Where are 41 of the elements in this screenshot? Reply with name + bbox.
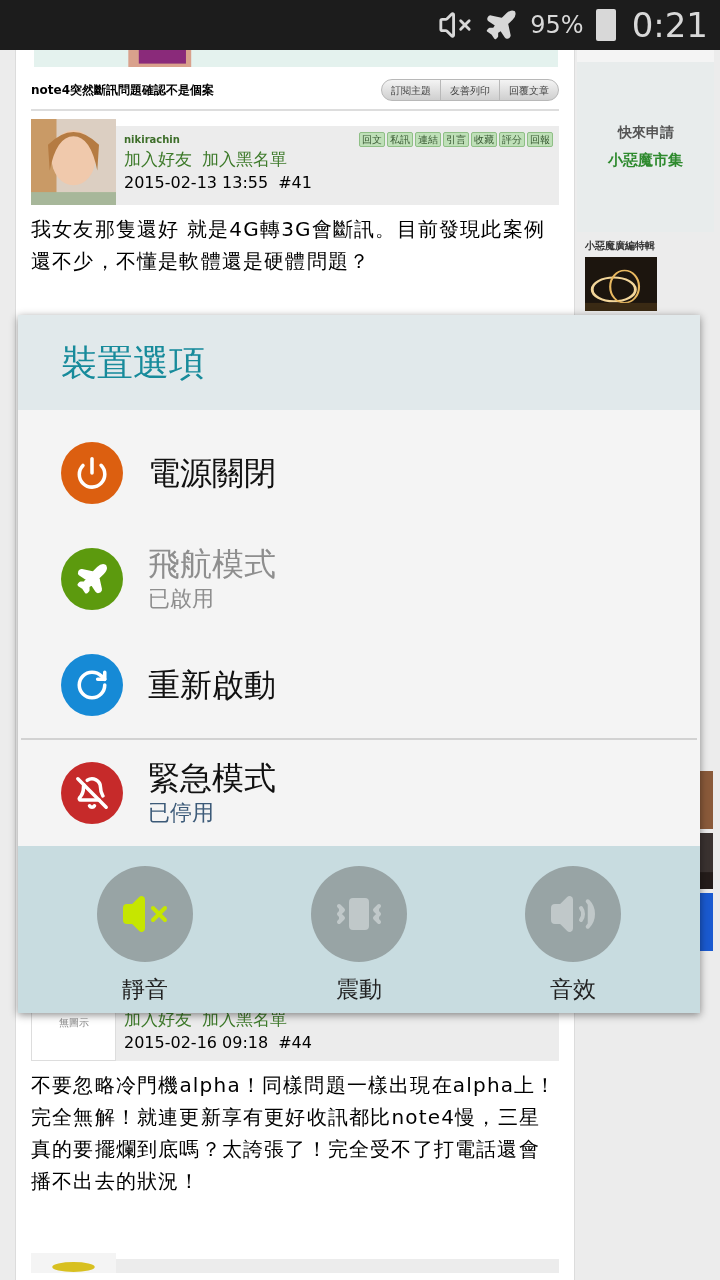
battery-icon [595,9,616,41]
post-number: #44 [278,1032,312,1054]
post-action-button[interactable]: 回文 [359,132,385,147]
sound-mode-button[interactable]: 震動 [299,866,419,1013]
option-status: 已停用 [148,799,215,828]
menu-option[interactable]: 緊急模式 已停用 [18,740,700,847]
option-label: 緊急模式 [148,758,276,799]
section-title: 小惡魔廣編特輯 [585,239,656,253]
post-action-button[interactable]: 連結 [415,132,441,147]
option-label: 重新啟動 [148,665,276,706]
airplane-icon [484,8,519,42]
sound-mode-button[interactable]: 音效 [513,866,633,1013]
post-action-button[interactable]: 評分 [499,132,525,147]
thread-title: note4突然斷訊問題確認不是個案 [31,82,214,99]
post-action-button[interactable]: 回報 [527,132,553,147]
promo-logo: 小惡魔市集 [608,150,683,172]
dialog-title: 裝置選項 [61,340,205,385]
sound-mode-button[interactable]: 靜音 [85,866,205,1013]
promo-text: 快來申請 [617,123,674,143]
clock: 0:21 [631,3,708,47]
post-link[interactable]: 加入好友 [124,147,192,171]
post-date: 2015-02-13 13:55 [124,172,269,194]
post-body: 不要忽略冷門機alpha！同樣問題一樣出現在alpha上！完全無解！就連更新享有更好收訊都比note4慢，三星真的要擺爛到底嗎？太誇張了！完全受不了打電話還會播不出去的狀況！ [31,1072,558,1195]
option-label: 電源關閉 [148,453,276,494]
option-status: 已啟用 [148,585,215,614]
post-action-button[interactable]: 私訊 [387,132,413,147]
post-action-button[interactable]: 收藏 [471,132,497,147]
post-number: #41 [278,172,312,194]
thread-button[interactable]: 訂閱主題 [382,80,440,100]
post-link[interactable]: 加入黑名單 [202,147,287,171]
username[interactable]: nikirachin [124,132,180,147]
option-label: 飛航模式 [148,544,276,585]
post-body: 我女友那隻還好 就是4G轉3G會斷訊。目前發現此案例還不少，不懂是軟體還是硬體問題？ [31,216,546,275]
battery-percent: 95% [530,10,584,41]
avatar-text: 無圖示 [58,1016,89,1030]
menu-option[interactable]: 重新啟動 [18,632,700,739]
menu-option[interactable]: 電源關閉 [18,420,700,527]
post-date: 2015-02-16 09:18 [124,1032,269,1054]
thread-button[interactable]: 回覆文章 [499,80,558,100]
thread-button[interactable]: 友善列印 [440,80,499,100]
post-action-button[interactable]: 引言 [443,132,469,147]
